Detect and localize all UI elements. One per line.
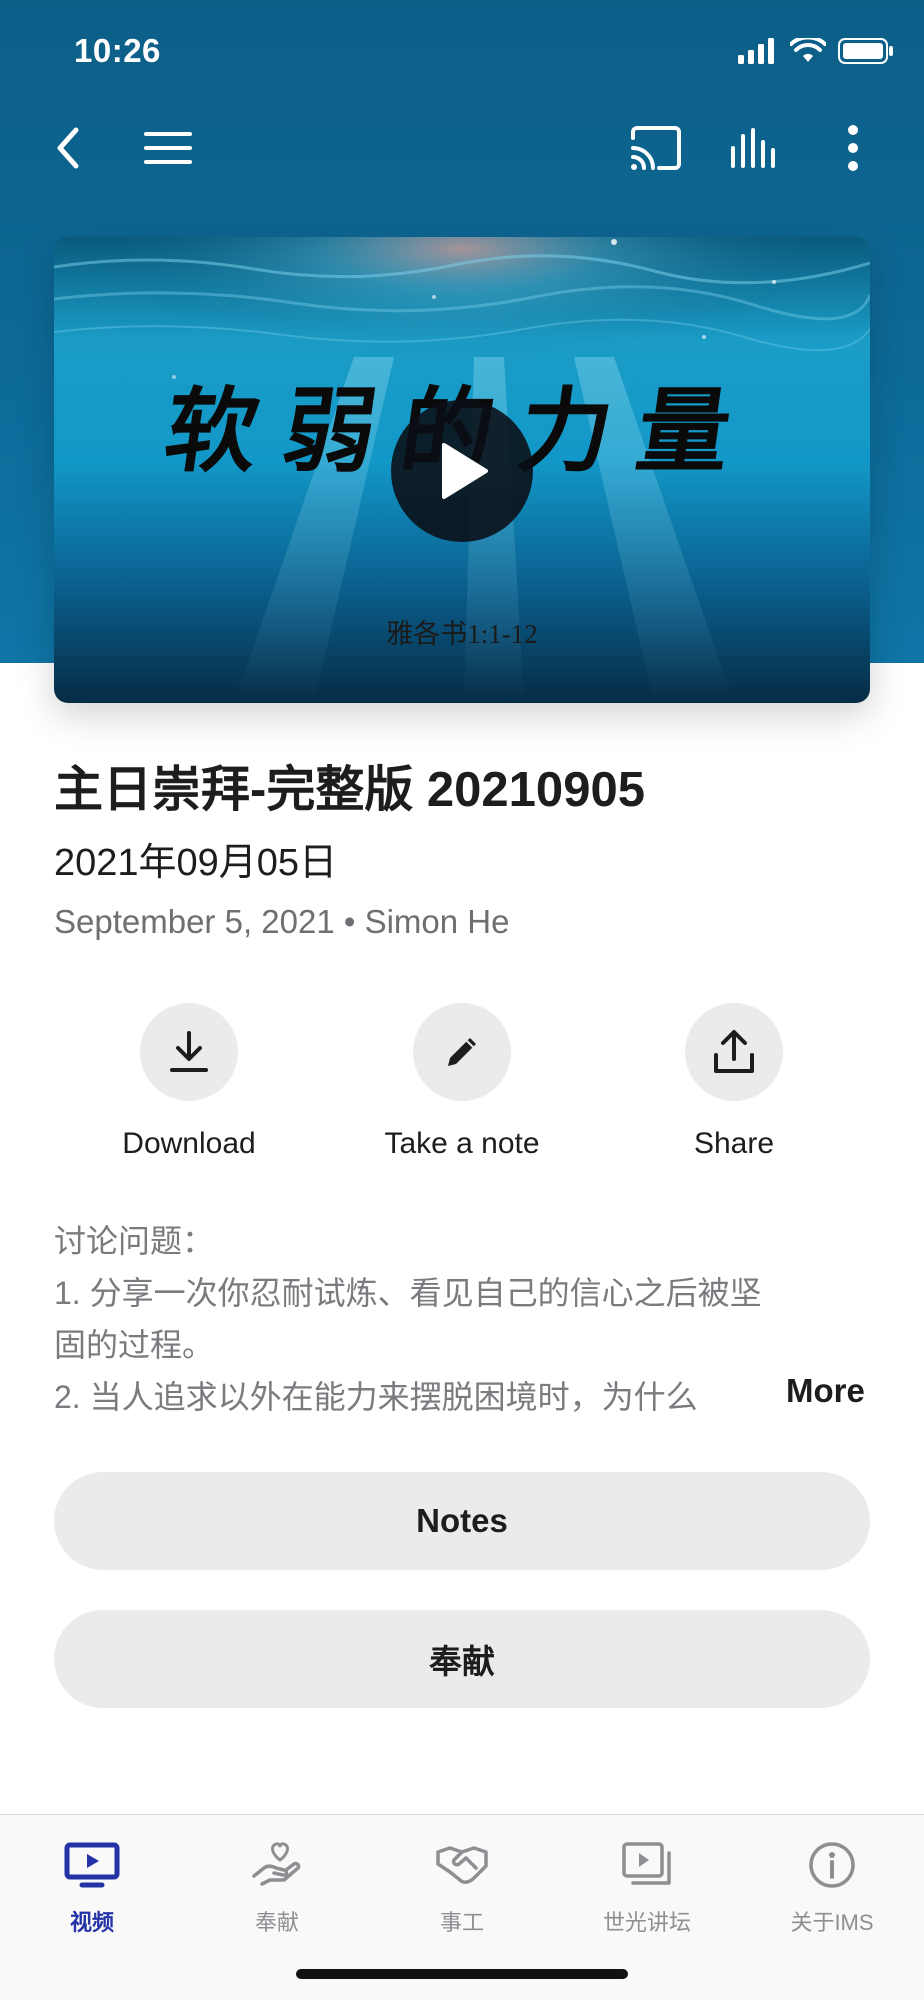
- download-button[interactable]: Download: [69, 1003, 309, 1161]
- take-note-label: Take a note: [384, 1127, 540, 1160]
- description-line: 讨论问题：: [54, 1223, 215, 1259]
- battery-icon: [838, 38, 893, 64]
- audio-button[interactable]: [719, 112, 791, 184]
- notes-button[interactable]: Notes: [54, 1472, 870, 1570]
- giving-hand-heart-icon: [252, 1842, 301, 1886]
- tab-label: 关于IMS: [790, 1910, 874, 1935]
- share-label: Share: [693, 1127, 775, 1160]
- top-navigation: [0, 112, 924, 184]
- download-icon: [170, 1031, 208, 1072]
- audio-bars-icon: [731, 128, 775, 168]
- vertical-dots-icon: [848, 125, 858, 171]
- play-icon: [442, 443, 488, 499]
- sermon-date-chinese: 2021年09月05日: [54, 842, 338, 884]
- status-bar: 10:26: [0, 0, 924, 100]
- more-button[interactable]: More: [786, 1372, 865, 1410]
- hamburger-menu-icon: [144, 132, 192, 164]
- sermon-meta: September 5, 2021 • Simon He: [54, 903, 510, 940]
- share-button[interactable]: Share: [614, 1003, 854, 1161]
- video-player[interactable]: 软弱的力量 雅各书1:1-12: [54, 237, 870, 703]
- take-note-icon-circle: [413, 1003, 511, 1101]
- share-icon-circle: [685, 1003, 783, 1101]
- description-line: 2. 当人追求以外在能力来摆脱困境时，为什么: [54, 1371, 789, 1423]
- status-time: 10:26: [74, 32, 161, 69]
- sermon-description: 讨论问题： 1. 分享一次你忍耐试炼、看见自己的信心之后被坚 固的过程。 2. …: [54, 1215, 874, 1423]
- download-label: Download: [122, 1127, 256, 1160]
- tab-label: 世光讲坛: [602, 1910, 691, 1935]
- pencil-icon: [448, 1038, 476, 1066]
- menu-button[interactable]: [132, 112, 204, 184]
- description-line: 1. 分享一次你忍耐试炼、看见自己的信心之后被坚: [54, 1275, 762, 1311]
- back-button[interactable]: [32, 112, 104, 184]
- handshake-icon: [436, 1846, 488, 1884]
- tab-videos[interactable]: 视频: [0, 1835, 184, 1945]
- home-indicator: [296, 1969, 628, 1979]
- video-scripture-reference: 雅各书1:1-12: [386, 619, 538, 649]
- info-icon: [809, 1842, 855, 1888]
- sermon-title: 主日崇拜-完整版 20210905: [54, 763, 645, 817]
- tab-label: 奉献: [254, 1910, 299, 1935]
- tab-giving[interactable]: 奉献: [185, 1835, 369, 1945]
- wifi-icon: [790, 38, 826, 62]
- tab-about[interactable]: 关于IMS: [740, 1835, 924, 1945]
- description-line: 固的过程。: [54, 1327, 215, 1363]
- cast-button[interactable]: [620, 112, 692, 184]
- take-note-button[interactable]: Take a note: [342, 1003, 582, 1161]
- download-icon-circle: [140, 1003, 238, 1101]
- give-button[interactable]: 奉献: [54, 1610, 870, 1708]
- tab-ministry[interactable]: 事工: [370, 1835, 554, 1945]
- tab-pulpit[interactable]: 世光讲坛: [555, 1835, 739, 1945]
- cellular-signal-icon: [738, 38, 774, 64]
- tab-label: 视频: [69, 1910, 114, 1935]
- play-button[interactable]: [391, 400, 533, 542]
- share-icon: [714, 1030, 754, 1073]
- tab-label: 事工: [439, 1910, 484, 1935]
- more-options-button[interactable]: [817, 112, 889, 184]
- media-library-icon: [622, 1842, 671, 1885]
- cast-icon: [631, 126, 681, 170]
- chevron-left-icon: [57, 127, 79, 169]
- video-tv-icon: [64, 1842, 120, 1888]
- status-icons: [738, 38, 894, 64]
